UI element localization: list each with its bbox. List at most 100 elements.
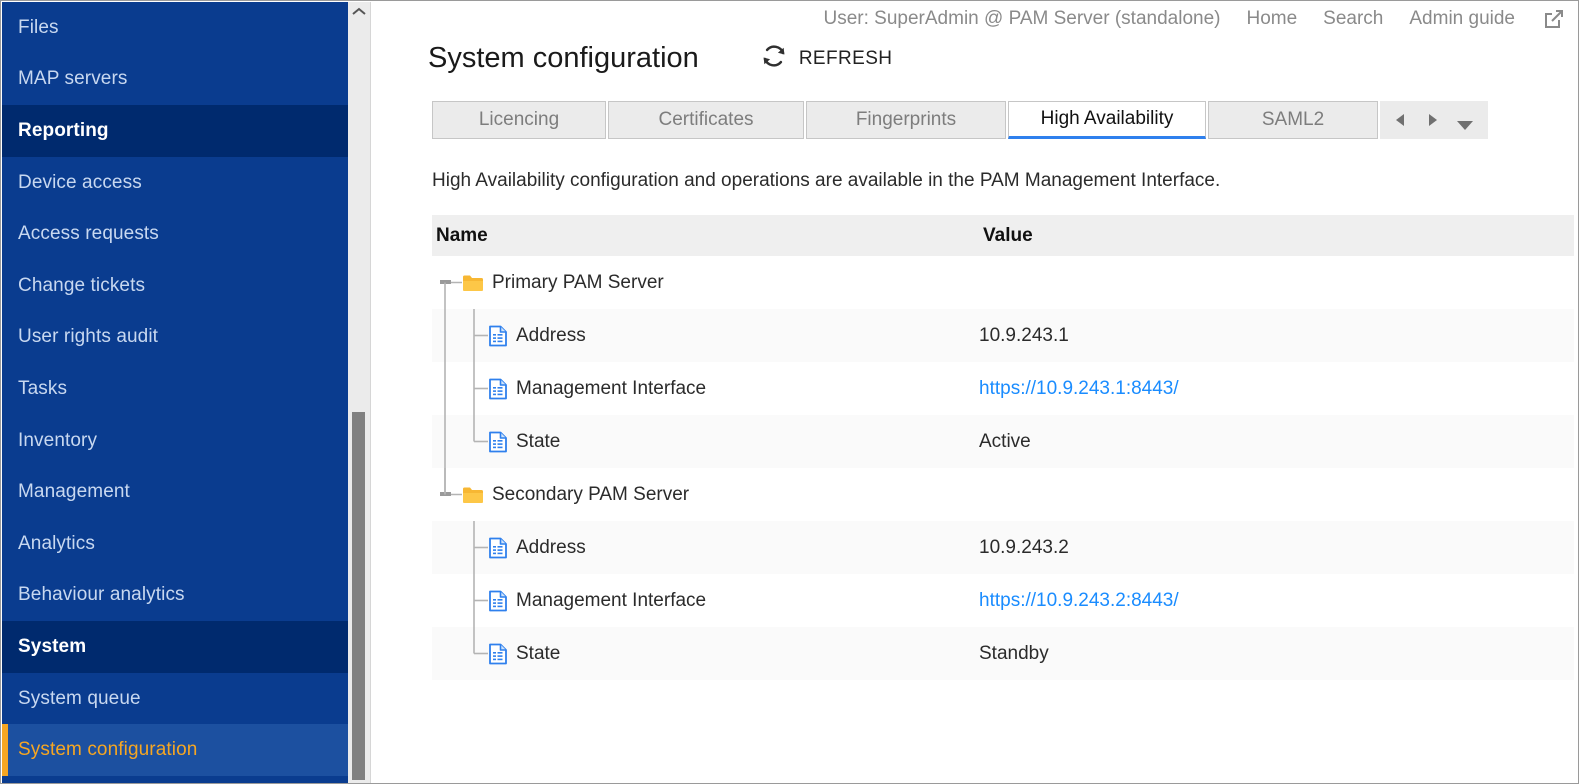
- sidebar-item-access-requests[interactable]: Access requests: [2, 208, 348, 260]
- sidebar-item-map-servers[interactable]: MAP servers: [2, 53, 348, 106]
- row-value-text: Active: [979, 430, 1031, 452]
- page-title: System configuration: [428, 42, 699, 74]
- sidebar-item-device-access[interactable]: Device access: [2, 156, 348, 209]
- sidebar-item-label: Access requests: [18, 223, 159, 245]
- sidebar-item-user-rights-audit[interactable]: User rights audit: [2, 311, 348, 364]
- sidebar-item-system-queue[interactable]: System queue: [2, 672, 348, 725]
- sidebar-item-reporting[interactable]: Reporting: [2, 105, 348, 157]
- tab-fingerprints[interactable]: Fingerprints: [806, 101, 1006, 139]
- row-value-cell: Standby: [979, 627, 1574, 680]
- tree-node[interactable]: Primary PAM Server: [432, 256, 979, 309]
- sidebar-item-label: System: [18, 635, 87, 657]
- document-icon: [488, 378, 508, 400]
- sidebar-item-management[interactable]: Management: [2, 466, 348, 518]
- row-value-cell: [979, 256, 1574, 309]
- scroll-up-button[interactable]: [348, 2, 370, 22]
- sidebar-item-label: Change tickets: [18, 274, 146, 296]
- sidebar-item-label: System configuration: [18, 739, 198, 761]
- sidebar-item-label: Files: [18, 16, 59, 38]
- row-value-text: 10.9.243.2: [979, 536, 1069, 558]
- row-value-text: Standby: [979, 642, 1049, 664]
- tree-node[interactable]: Address: [432, 309, 979, 362]
- sidebar-item-change-tickets[interactable]: Change tickets: [2, 259, 348, 312]
- row-value-cell: https://10.9.243.1:8443/: [979, 362, 1574, 415]
- sidebar-navigation: Files MAP servers Reporting Device access Ac…: [2, 2, 348, 783]
- search-link[interactable]: Search: [1323, 8, 1383, 30]
- folder-icon: [462, 486, 484, 504]
- sidebar-item-label: User rights audit: [18, 326, 159, 348]
- tab-licencing[interactable]: Licencing: [432, 101, 606, 139]
- sidebar-item-label: Analytics: [18, 532, 95, 554]
- sidebar-scrollbar[interactable]: [348, 2, 371, 783]
- row-value-cell: [979, 468, 1574, 521]
- page-header: System configuration REFRESH: [428, 42, 892, 75]
- table-row[interactable]: Address 10.9.243.1: [432, 309, 1574, 362]
- sidebar-item-label: MAP servers: [18, 68, 128, 90]
- row-name-label: Address: [516, 324, 586, 346]
- row-name-cell: Primary PAM Server: [432, 256, 979, 309]
- table-row[interactable]: Management Interface https://10.9.243.1:8…: [432, 362, 1574, 415]
- table-row[interactable]: Primary PAM Server: [432, 256, 1574, 309]
- sidebar-item-analytics[interactable]: Analytics: [2, 517, 348, 570]
- tree-node[interactable]: Management Interface: [432, 362, 979, 415]
- row-value-cell: 10.9.243.2: [979, 521, 1574, 574]
- document-icon: [488, 537, 508, 559]
- tab-prev-button[interactable]: [1384, 101, 1416, 139]
- sidebar-item-label: System queue: [18, 687, 141, 709]
- row-value-text: 10.9.243.1: [979, 324, 1069, 346]
- tree-node[interactable]: State: [432, 627, 979, 680]
- application-window: Files MAP servers Reporting Device access Ac…: [0, 0, 1579, 784]
- document-icon: [488, 431, 508, 453]
- management-interface-link[interactable]: https://10.9.243.1:8443/: [979, 378, 1179, 399]
- row-value-cell: Active: [979, 415, 1574, 468]
- table-header: Name Value: [432, 215, 1574, 256]
- row-name-cell: Address: [432, 521, 979, 574]
- high-availability-table: Name Value Primary PAM Server Address 10.9…: [432, 215, 1574, 680]
- tab-navigation: [1380, 101, 1488, 139]
- tree-node[interactable]: State: [432, 415, 979, 468]
- sidebar-item-inventory[interactable]: Inventory: [2, 414, 348, 467]
- tree-node[interactable]: Address: [432, 521, 979, 574]
- home-link[interactable]: Home: [1246, 8, 1297, 30]
- external-link-icon[interactable]: [1541, 6, 1567, 32]
- admin-guide-link[interactable]: Admin guide: [1409, 8, 1515, 30]
- row-value-cell: 10.9.243.1: [979, 309, 1574, 362]
- chevron-up-icon: [352, 3, 366, 21]
- table-row[interactable]: Secondary PAM Server: [432, 468, 1574, 521]
- tab-dropdown-button[interactable]: [1448, 101, 1482, 139]
- row-name-cell: Management Interface: [432, 574, 979, 627]
- sidebar-item-system-configuration[interactable]: System configuration: [2, 724, 348, 776]
- table-row[interactable]: Management Interface https://10.9.243.2:8…: [432, 574, 1574, 627]
- sidebar-item-label: Inventory: [18, 429, 98, 451]
- row-name-cell: Address: [432, 309, 979, 362]
- document-icon: [488, 325, 508, 347]
- tab-saml2[interactable]: SAML2: [1208, 101, 1378, 139]
- row-name-label: Secondary PAM Server: [492, 483, 690, 505]
- scrollbar-thumb[interactable]: [352, 412, 365, 780]
- tab-certificates[interactable]: Certificates: [608, 101, 804, 139]
- tab-high-availability[interactable]: High Availability: [1008, 101, 1206, 139]
- row-name-cell: State: [432, 627, 979, 680]
- sidebar-item-label: Management: [18, 481, 130, 503]
- top-bar: User: SuperAdmin @ PAM Server (standalon…: [372, 2, 1577, 36]
- tab-next-button[interactable]: [1416, 101, 1448, 139]
- sidebar-item-system[interactable]: System: [2, 621, 348, 673]
- sidebar-item-tasks[interactable]: Tasks: [2, 363, 348, 415]
- sidebar-item-behaviour-analytics[interactable]: Behaviour analytics: [2, 569, 348, 622]
- row-name-label: State: [516, 430, 561, 452]
- management-interface-link[interactable]: https://10.9.243.2:8443/: [979, 590, 1179, 611]
- document-icon: [488, 590, 508, 612]
- sidebar-item-files[interactable]: Files: [2, 2, 348, 54]
- table-row[interactable]: State Active: [432, 415, 1574, 468]
- table-row[interactable]: State Standby: [432, 627, 1574, 680]
- table-row[interactable]: Address 10.9.243.2: [432, 521, 1574, 574]
- sidebar-item-label: Tasks: [18, 377, 68, 399]
- user-info-label: User: SuperAdmin @ PAM Server (standalon…: [823, 8, 1221, 29]
- document-icon: [488, 643, 508, 665]
- table-header-row: Name Value: [432, 215, 1574, 256]
- tree-node[interactable]: Secondary PAM Server: [432, 468, 979, 521]
- tree-node[interactable]: Management Interface: [432, 574, 979, 627]
- refresh-label: REFRESH: [798, 47, 893, 69]
- row-name-cell: Secondary PAM Server: [432, 468, 979, 521]
- refresh-button[interactable]: REFRESH: [761, 43, 893, 74]
